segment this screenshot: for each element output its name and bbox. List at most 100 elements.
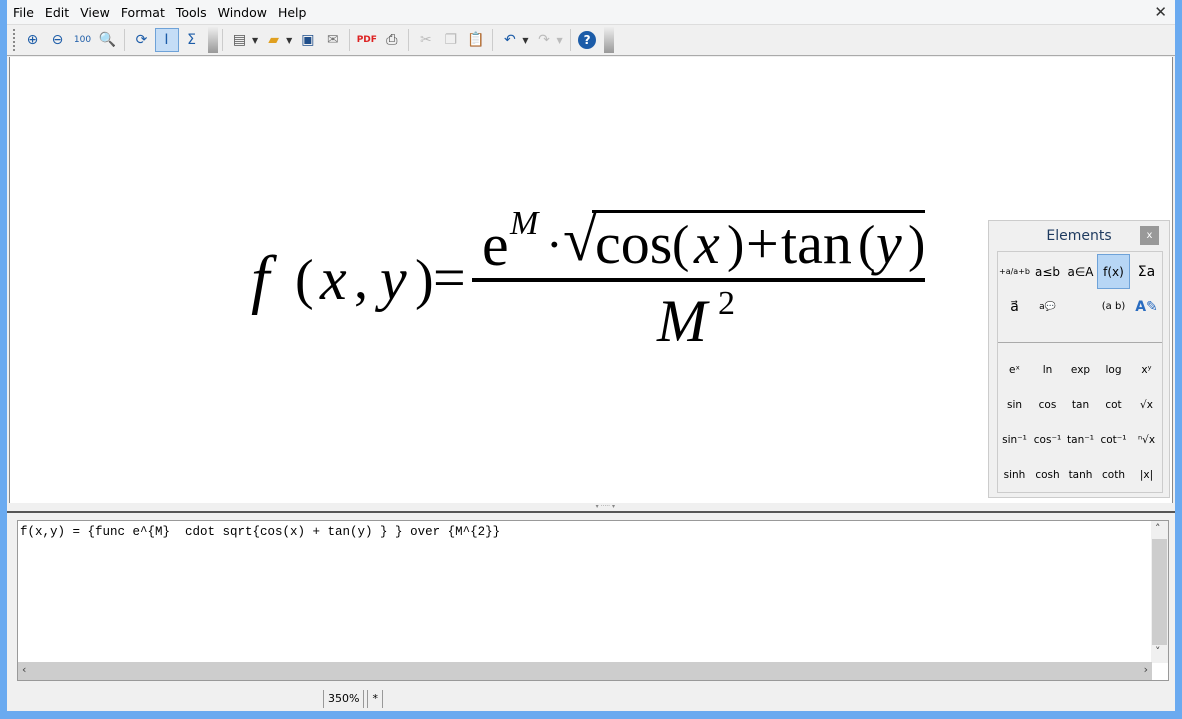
formula-cdot: · [546,216,563,272]
status-modified: * [367,690,383,708]
category-formats[interactable]: A✎ [1130,289,1163,324]
element-arccot[interactable]: cot⁻¹ [1097,422,1130,457]
mail-icon[interactable]: ✉ [321,28,345,52]
element-exp-power[interactable]: eˣ [998,352,1031,387]
close-document-icon[interactable]: ✕ [1154,3,1167,21]
formula-denominator-exp: 2 [718,285,735,322]
menu-help[interactable]: Help [278,5,307,20]
command-text[interactable]: f(x,y) = {func e^{M} cdot sqrt{cos(x) + … [20,525,500,539]
menu-tools[interactable]: Tools [176,5,207,20]
element-power[interactable]: xʸ [1130,352,1163,387]
zoom-in-icon[interactable]: ⊕ [21,28,45,52]
element-sinh[interactable]: sinh [998,457,1031,492]
elements-box: +a/a+b a≤b a∈A f(x) Σa a⃗ a💬 (a b) A✎ eˣ… [997,251,1163,493]
print-icon[interactable]: ⎙ [380,28,404,52]
function-elements: eˣ ln exp log xʸ sin cos tan cot √x sin⁻… [998,352,1163,492]
save-icon[interactable]: ▣ [296,28,320,52]
show-all-icon[interactable]: 🔍 [96,28,120,52]
zoom-out-icon[interactable]: ⊖ [46,28,70,52]
open-icon[interactable]: ▰ [262,28,286,52]
copy-icon[interactable]: ❐ [439,28,463,52]
element-categories: +a/a+b a≤b a∈A f(x) Σa a⃗ a💬 (a b) A✎ [998,252,1162,324]
menu-view[interactable]: View [80,5,110,20]
vertical-scroll-thumb[interactable] [1152,539,1167,645]
element-sin[interactable]: sin [998,387,1031,422]
paste-icon[interactable]: 📋 [464,28,488,52]
scroll-down-icon[interactable]: ˅ [1155,645,1161,658]
formula-view[interactable]: f ( x , y ) = e M · √ cos ( x ) + tan ( … [9,57,1173,503]
separator [408,29,410,51]
undo-icon[interactable]: ↶ [498,28,522,52]
command-editor[interactable]: f(x,y) = {func e^{M} cdot sqrt{cos(x) + … [17,520,1169,681]
dropdown-arrow-icon[interactable]: ▼ [286,36,292,45]
element-cos[interactable]: cos [1031,387,1064,422]
element-coth[interactable]: coth [1097,457,1130,492]
toolbar-overflow-button[interactable] [603,27,614,53]
toolbar-overflow-button[interactable] [208,27,218,53]
menu-format[interactable]: Format [121,5,165,20]
category-attributes[interactable]: a⃗ [998,289,1031,324]
element-exp[interactable]: exp [1064,352,1097,387]
scroll-left-icon[interactable]: ‹ [22,663,26,676]
formula-cos: cos [595,211,673,276]
formula-plus: + [746,211,779,276]
element-nroot[interactable]: ⁿ√x [1130,422,1163,457]
menu-file[interactable]: File [13,5,34,20]
templates-icon[interactable]: ▤ [228,28,252,52]
menu-window[interactable]: Window [218,5,267,20]
formula-var-x: x [694,211,720,276]
element-tan[interactable]: tan [1064,387,1097,422]
category-relations[interactable]: a≤b [1031,254,1064,289]
formula-exp-m: M [510,205,539,242]
category-brackets[interactable]: (a b) [1097,289,1130,324]
element-cosh[interactable]: cosh [1031,457,1064,492]
element-arccos[interactable]: cos⁻¹ [1031,422,1064,457]
dropdown-arrow-icon[interactable]: ▼ [556,36,562,45]
zoom-100-icon[interactable]: 100 [71,28,95,52]
category-empty [1064,289,1097,324]
toolbar-grip[interactable] [13,29,16,51]
separator [124,29,125,51]
pane-splitter[interactable]: ▾ ····· ▾ [7,503,1175,513]
elements-panel: Elements x +a/a+b a≤b a∈A f(x) Σa a⃗ a💬 … [988,220,1170,498]
element-abs[interactable]: |x| [1130,457,1163,492]
formula-paren: ( [295,249,314,311]
category-unary-binary[interactable]: +a/a+b [998,254,1031,289]
formula-denominator-m: M [657,288,707,354]
scroll-up-icon[interactable]: ˄ [1155,522,1161,535]
separator [492,29,494,51]
status-zoom[interactable]: 350% [323,690,365,708]
menu-edit[interactable]: Edit [45,5,69,20]
formula-fraction-bar [472,278,925,282]
category-set-operations[interactable]: a∈A [1064,254,1097,289]
category-operators[interactable]: Σa [1130,254,1163,289]
formula-equals: = [433,245,466,310]
cut-icon[interactable]: ✂ [414,28,438,52]
element-ln[interactable]: ln [1031,352,1064,387]
elements-divider [998,342,1162,343]
element-sqrt[interactable]: √x [1130,387,1163,422]
redo-icon[interactable]: ↷ [532,28,556,52]
elements-close-button[interactable]: x [1140,226,1159,245]
category-functions[interactable]: f(x) [1097,254,1130,289]
vertical-scrollbar[interactable]: ˄ ˅ [1151,521,1168,663]
element-arctan[interactable]: tan⁻¹ [1064,422,1097,457]
formula-cursor-icon[interactable]: I [154,28,179,52]
horizontal-scrollbar[interactable]: ‹ › [18,662,1152,680]
formula-comma: , [354,249,368,311]
formula-var-y: y [380,246,407,312]
element-tanh[interactable]: tanh [1064,457,1097,492]
dropdown-arrow-icon[interactable]: ▼ [252,36,258,45]
element-log[interactable]: log [1097,352,1130,387]
symbols-icon[interactable]: Σ [180,28,204,52]
scroll-right-icon[interactable]: › [1144,663,1148,676]
dropdown-arrow-icon[interactable]: ▼ [522,36,528,45]
element-cot[interactable]: cot [1097,387,1130,422]
help-icon[interactable]: ? [575,28,599,52]
toolbar: ⊕ ⊖ 100 🔍 ⟳ I Σ ▤ ▼ ▰ ▼ ▣ ✉ PDF ⎙ ✂ ❐ 📋 ↶ ▼… [7,24,1175,56]
category-others[interactable]: a💬 [1031,289,1064,324]
separator [349,29,351,51]
export-pdf-icon[interactable]: PDF [355,28,379,52]
update-icon[interactable]: ⟳ [130,28,154,52]
element-arcsin[interactable]: sin⁻¹ [998,422,1031,457]
